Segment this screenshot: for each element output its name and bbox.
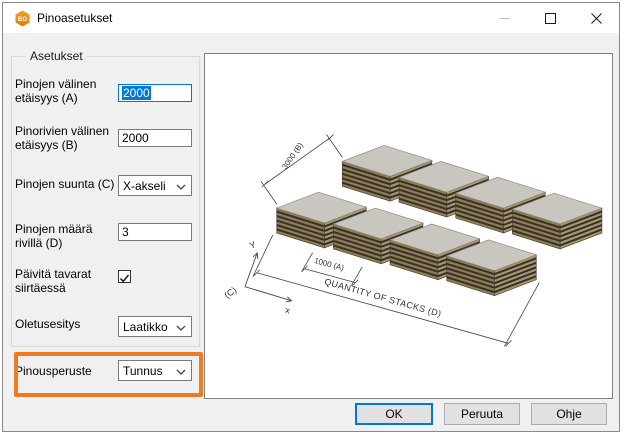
chevron-down-icon xyxy=(176,325,186,331)
axis-lines xyxy=(245,254,291,301)
update-items-label: Päivitä tavarat siirtäessä xyxy=(15,267,117,295)
help-button-label: Ohje xyxy=(556,407,581,421)
stack-direction-select[interactable]: X-akseli xyxy=(118,175,192,196)
dim-a-label: 1000 (A) xyxy=(313,256,345,273)
row-distance-value: 2000 xyxy=(122,131,149,145)
app-icon-text: BD xyxy=(18,16,28,23)
title-bar: BD Pinoasetukset xyxy=(3,3,619,33)
preview-panel: 3000 (B) 1000 (A) QUANTITY OF STACKS (D) xyxy=(204,53,613,399)
stack-distance-label: Pinojen välinen etäisyys (A) xyxy=(15,77,117,105)
stacks-illustration: 3000 (B) 1000 (A) QUANTITY OF STACKS (D) xyxy=(205,54,612,398)
default-representation-value: Laatikko xyxy=(123,320,168,334)
maximize-button[interactable] xyxy=(527,3,573,33)
axis-y-label: Y xyxy=(248,239,257,250)
stack-settings-dialog: BD Pinoasetukset Ase xyxy=(2,2,620,432)
window-controls xyxy=(481,3,619,33)
close-button[interactable] xyxy=(573,3,619,33)
minimize-button[interactable] xyxy=(481,3,527,33)
checkmark-icon xyxy=(119,273,130,284)
stacks-per-row-value: 3 xyxy=(122,225,129,239)
stack-direction-value: X-akseli xyxy=(123,179,166,193)
default-representation-select[interactable]: Laatikko xyxy=(118,316,192,337)
minimize-icon xyxy=(499,13,510,24)
axis-c-label: (C) xyxy=(222,285,238,300)
stacks-per-row-label: Pinojen määrä rivillä (D) xyxy=(15,222,117,250)
stacking-criteria-label: Pinousperuste xyxy=(15,364,117,378)
dim-b-label: 3000 (B) xyxy=(280,141,305,171)
chevron-down-icon xyxy=(176,184,186,190)
row-distance-label: Pinorivien välinen etäisyys (B) xyxy=(15,124,117,152)
update-items-checkbox[interactable] xyxy=(118,270,131,283)
stacking-criteria-value: Tunnus xyxy=(123,364,163,378)
default-representation-label: Oletusesitys xyxy=(15,317,117,331)
maximize-icon xyxy=(545,13,556,24)
help-button[interactable]: Ohje xyxy=(531,403,607,425)
settings-group-label: Asetukset xyxy=(26,49,87,63)
quantity-of-stacks-label: QUANTITY OF STACKS (D) xyxy=(323,276,442,318)
ok-button-label: OK xyxy=(385,407,402,421)
row-distance-input[interactable]: 2000 xyxy=(118,129,192,147)
stacking-criteria-select[interactable]: Tunnus xyxy=(118,360,192,381)
chevron-down-icon xyxy=(176,369,186,375)
ok-button[interactable]: OK xyxy=(355,403,433,425)
window-title: Pinoasetukset xyxy=(37,11,112,25)
stack-distance-value: 2000 xyxy=(122,86,151,100)
stack-distance-input[interactable]: 2000 xyxy=(118,84,192,102)
stacks-per-row-input[interactable]: 3 xyxy=(118,223,192,241)
cancel-button[interactable]: Peruuta xyxy=(444,403,520,425)
stack-direction-label: Pinojen suunta (C) xyxy=(15,177,117,191)
axis-x-label: x xyxy=(284,305,291,316)
app-icon: BD xyxy=(14,10,31,27)
cancel-button-label: Peruuta xyxy=(461,407,503,421)
close-icon xyxy=(591,13,602,24)
